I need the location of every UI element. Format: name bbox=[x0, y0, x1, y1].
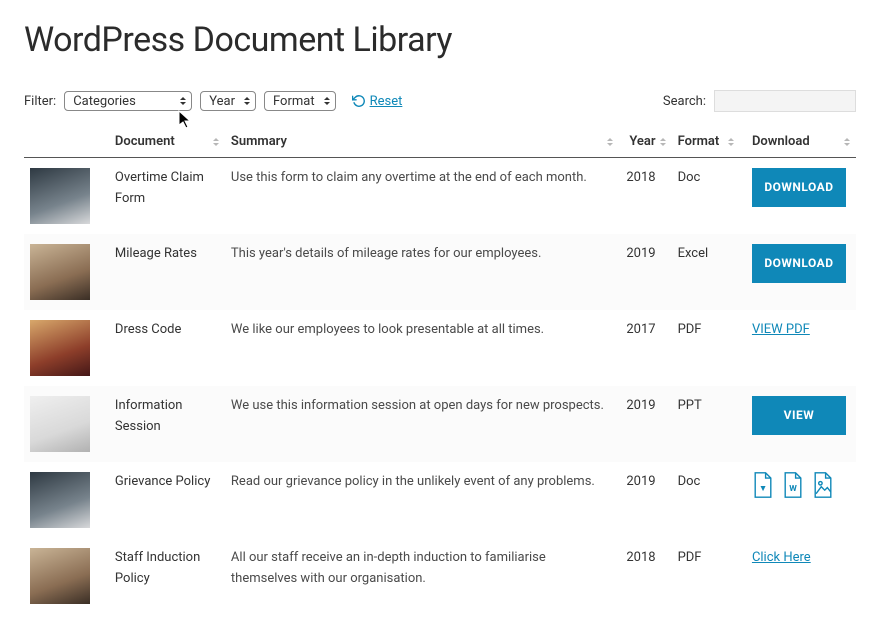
reset-link[interactable]: Reset bbox=[352, 94, 403, 109]
cell-download: DOWNLOAD bbox=[740, 158, 856, 235]
svg-text:W: W bbox=[789, 484, 797, 494]
col-download-header[interactable]: Download bbox=[740, 126, 856, 158]
sort-icon bbox=[605, 126, 615, 157]
pdf-file-icon[interactable]: ▼ bbox=[752, 472, 774, 498]
cell-format: Doc bbox=[672, 462, 740, 538]
select-spinner-icon bbox=[322, 92, 332, 110]
download-button[interactable]: DOWNLOAD bbox=[752, 244, 846, 283]
year-select[interactable]: Year bbox=[200, 91, 256, 111]
cell-summary: Use this form to claim any overtime at t… bbox=[225, 158, 619, 235]
cell-format: Excel bbox=[672, 234, 740, 310]
col-year-header[interactable]: Year bbox=[619, 126, 672, 158]
thumbnail[interactable] bbox=[30, 168, 90, 224]
format-select[interactable]: Format bbox=[264, 91, 336, 111]
sort-icon bbox=[658, 126, 668, 157]
cell-format: Doc bbox=[672, 158, 740, 235]
controls-row: Filter: Categories Year Format Reset Sea… bbox=[24, 90, 856, 112]
download-button[interactable]: VIEW bbox=[752, 396, 846, 435]
reset-label: Reset bbox=[370, 94, 403, 109]
table-row: Dress CodeWe like our employees to look … bbox=[24, 310, 856, 386]
download-button[interactable]: DOWNLOAD bbox=[752, 168, 846, 207]
cell-summary: We use this information session at open … bbox=[225, 386, 619, 462]
svg-text:▼: ▼ bbox=[759, 484, 768, 494]
undo-icon bbox=[352, 94, 366, 108]
col-document-header[interactable]: Document bbox=[109, 126, 225, 158]
thumbnail[interactable] bbox=[30, 548, 90, 604]
search-label: Search: bbox=[663, 94, 706, 109]
documents-table: Document Summary Year Format Download Ov… bbox=[24, 126, 856, 614]
cell-format: PPT bbox=[672, 386, 740, 462]
table-row: Information SessionWe use this informati… bbox=[24, 386, 856, 462]
thumbnail[interactable] bbox=[30, 244, 90, 300]
table-row: Grievance PolicyRead our grievance polic… bbox=[24, 462, 856, 538]
col-summary-header[interactable]: Summary bbox=[225, 126, 619, 158]
image-file-icon[interactable] bbox=[812, 472, 834, 498]
sort-icon bbox=[842, 126, 852, 157]
cell-download: VIEW bbox=[740, 386, 856, 462]
download-link[interactable]: VIEW PDF bbox=[752, 322, 810, 337]
cell-format: PDF bbox=[672, 538, 740, 614]
cell-download: Click Here bbox=[740, 538, 856, 614]
cell-year: 2017 bbox=[619, 310, 672, 386]
cell-summary: Read our grievance policy in the unlikel… bbox=[225, 462, 619, 538]
cell-year: 2018 bbox=[619, 158, 672, 235]
word-file-icon[interactable]: W bbox=[782, 472, 804, 498]
table-row: Staff Induction PolicyAll our staff rece… bbox=[24, 538, 856, 614]
cell-year: 2019 bbox=[619, 234, 672, 310]
filter-label: Filter: bbox=[24, 94, 56, 109]
select-spinner-icon bbox=[178, 92, 188, 110]
thumbnail[interactable] bbox=[30, 396, 90, 452]
download-link[interactable]: Click Here bbox=[752, 550, 811, 565]
cell-document: Grievance Policy bbox=[109, 462, 225, 538]
cell-document: Overtime Claim Form bbox=[109, 158, 225, 235]
cell-summary: We like our employees to look presentabl… bbox=[225, 310, 619, 386]
cell-document: Information Session bbox=[109, 386, 225, 462]
select-spinner-icon bbox=[242, 92, 252, 110]
cell-summary: This year's details of mileage rates for… bbox=[225, 234, 619, 310]
table-row: Overtime Claim FormUse this form to clai… bbox=[24, 158, 856, 235]
cell-document: Staff Induction Policy bbox=[109, 538, 225, 614]
thumbnail[interactable] bbox=[30, 320, 90, 376]
cell-year: 2019 bbox=[619, 462, 672, 538]
format-select-value: Format bbox=[273, 94, 315, 109]
cell-year: 2019 bbox=[619, 386, 672, 462]
search-input[interactable] bbox=[714, 90, 856, 112]
cell-download: VIEW PDF bbox=[740, 310, 856, 386]
year-select-value: Year bbox=[209, 94, 235, 109]
cell-document: Dress Code bbox=[109, 310, 225, 386]
page-title: WordPress Document Library bbox=[24, 20, 856, 60]
cell-download: ▼W bbox=[740, 462, 856, 538]
sort-icon bbox=[726, 126, 736, 157]
cell-year: 2018 bbox=[619, 538, 672, 614]
categories-select[interactable]: Categories bbox=[64, 91, 192, 111]
cell-document: Mileage Rates bbox=[109, 234, 225, 310]
cell-summary: All our staff receive an in-depth induct… bbox=[225, 538, 619, 614]
sort-icon bbox=[211, 126, 221, 157]
cell-format: PDF bbox=[672, 310, 740, 386]
table-row: Mileage RatesThis year's details of mile… bbox=[24, 234, 856, 310]
col-thumb-header bbox=[24, 126, 109, 158]
thumbnail[interactable] bbox=[30, 472, 90, 528]
col-format-header[interactable]: Format bbox=[672, 126, 740, 158]
cell-download: DOWNLOAD bbox=[740, 234, 856, 310]
categories-select-value: Categories bbox=[73, 94, 136, 109]
